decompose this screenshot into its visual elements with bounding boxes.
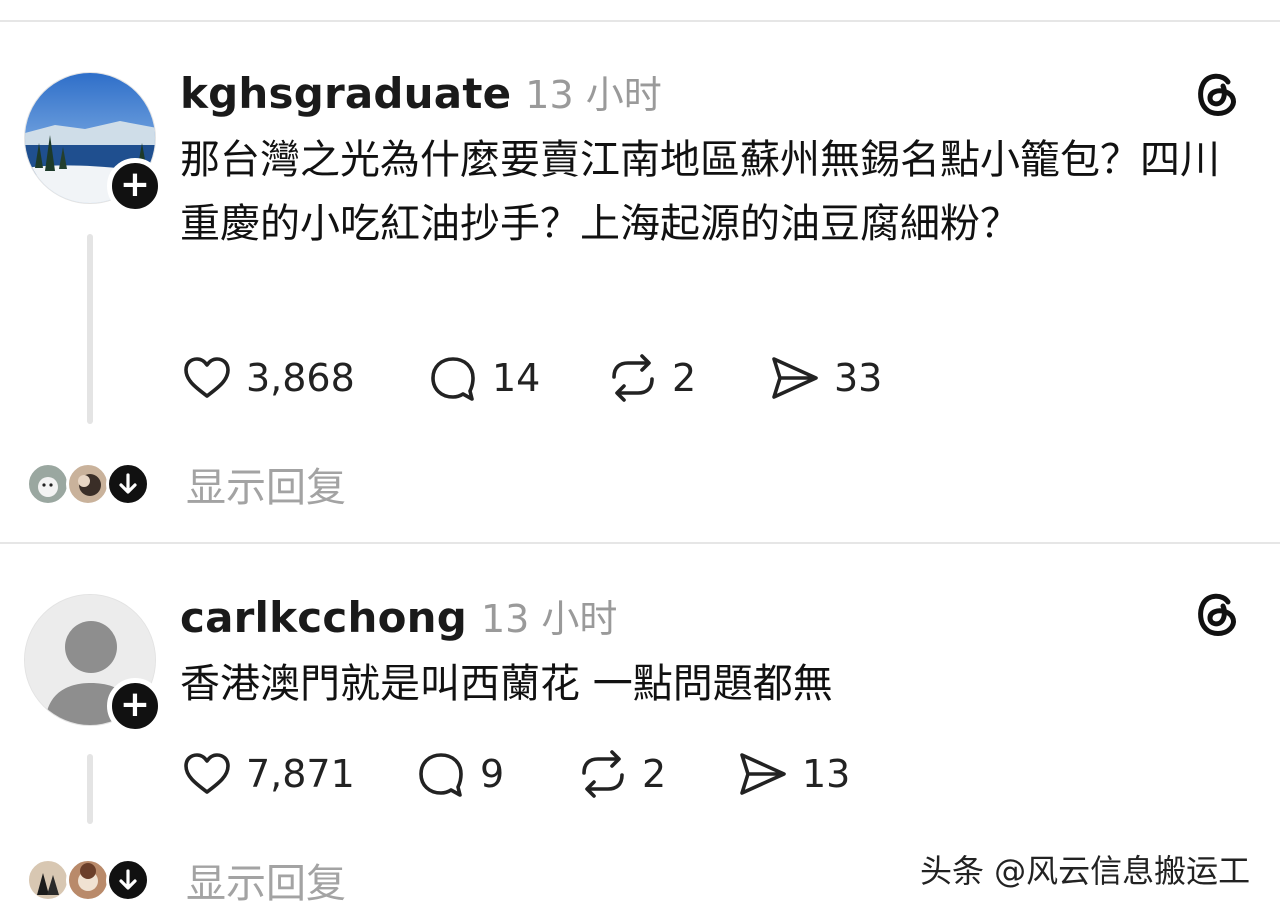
expand-replies-button[interactable] [106, 858, 150, 902]
post-time: 13 小时 [481, 597, 618, 641]
send-icon [772, 357, 818, 399]
comment-button[interactable]: 14 [426, 348, 540, 408]
comment-count: 14 [492, 356, 541, 400]
post-text: 那台灣之光為什麼要賣江南地區蘇州無錫名點小籠包？四川重慶的小吃紅油抄手？上海起源… [180, 137, 1220, 247]
repost-count: 2 [672, 356, 697, 400]
post-text: 香港澳門就是叫西蘭花 一點問題都無 [180, 661, 833, 707]
username[interactable]: carlkcchong [180, 593, 467, 642]
heart-icon [184, 753, 230, 794]
comment-button[interactable]: 9 [414, 744, 504, 804]
share-button[interactable]: 13 [736, 744, 850, 804]
heart-icon [184, 357, 230, 398]
follow-plus-button[interactable]: + [107, 158, 163, 214]
watermark-text: 头条 @风云信息搬运工 [920, 852, 1251, 890]
comment-icon [419, 753, 463, 797]
threads-logo-icon[interactable] [1192, 588, 1242, 638]
replier-avatar [26, 858, 70, 902]
share-count: 33 [834, 356, 883, 400]
username[interactable]: kghsgraduate [180, 69, 511, 118]
share-count: 13 [802, 752, 851, 796]
like-count: 3,868 [246, 356, 355, 400]
replier-avatar [26, 462, 70, 506]
send-icon [740, 753, 786, 795]
arrow-down-icon [119, 869, 137, 890]
top-divider [0, 20, 1280, 22]
post-header: carlkcchong 13 小时 [180, 588, 617, 643]
repost-button[interactable]: 2 [576, 744, 666, 804]
action-bar: 3,868 14 2 33 [180, 348, 940, 408]
show-replies-link[interactable]: 显示回复 [186, 455, 346, 513]
repost-button[interactable]: 2 [606, 348, 696, 408]
expand-replies-button[interactable] [106, 462, 150, 506]
thread-line [87, 754, 93, 824]
share-button[interactable]: 33 [768, 348, 882, 408]
repost-icon [612, 354, 654, 402]
follow-plus-button[interactable]: + [107, 678, 163, 734]
show-replies-link[interactable]: 显示回复 [186, 851, 346, 909]
post-divider [0, 542, 1280, 544]
like-button[interactable]: 3,868 [180, 348, 355, 408]
show-replies-row[interactable]: 显示回复 [26, 456, 346, 512]
replier-avatar [66, 858, 110, 902]
post-time: 13 小时 [525, 73, 662, 117]
arrow-down-icon [119, 473, 137, 494]
replier-avatar [66, 462, 110, 506]
show-replies-row[interactable]: 显示回复 [26, 852, 346, 908]
action-bar: 7,871 9 2 13 [180, 744, 900, 804]
comment-icon [431, 357, 475, 401]
like-count: 7,871 [246, 752, 355, 796]
repost-icon [582, 750, 624, 798]
like-button[interactable]: 7,871 [180, 744, 355, 804]
comment-count: 9 [480, 752, 505, 796]
threads-logo-icon[interactable] [1192, 68, 1242, 118]
post-header: kghsgraduate 13 小时 [180, 64, 662, 119]
repost-count: 2 [642, 752, 667, 796]
thread-line [87, 234, 93, 424]
